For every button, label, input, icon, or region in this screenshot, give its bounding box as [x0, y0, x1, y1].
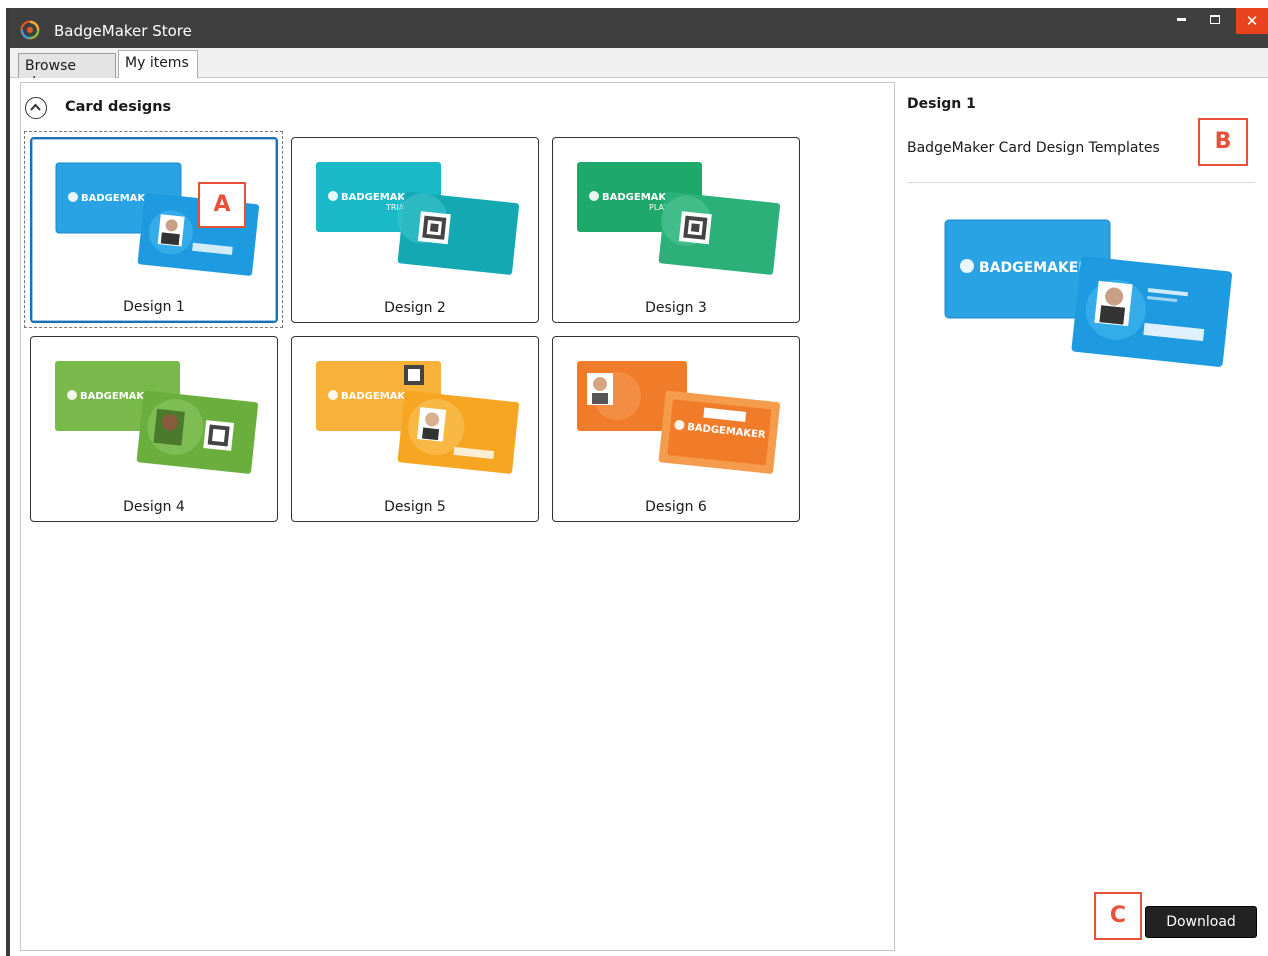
- callout-c: C: [1094, 892, 1142, 940]
- design-tile-3[interactable]: BADGEMAKER PLAY Design 3: [552, 137, 800, 323]
- callout-a: A: [198, 182, 246, 228]
- design-tile-5[interactable]: BADGEMAKER Design 5: [291, 336, 539, 522]
- card-brand-text: BADGEMAKER: [979, 260, 1089, 276]
- tab-browse-store[interactable]: Browse store: [18, 53, 116, 90]
- design-tile-2[interactable]: BADGEMAKER TRIAL Design 2: [291, 137, 539, 323]
- minimize-button[interactable]: [1166, 8, 1196, 34]
- tab-strip: Browse store My items: [10, 48, 1268, 90]
- maximize-button[interactable]: [1200, 8, 1230, 34]
- details-pane: Design 1 BadgeMaker Card Design Template…: [895, 82, 1268, 951]
- detail-title: Design 1: [907, 96, 976, 112]
- badgemaker-logo-icon: [20, 20, 40, 40]
- design-6-thumbnail: BADGEMAKER: [577, 361, 781, 474]
- section-title: Card designs: [65, 99, 172, 115]
- design-label: Design 5: [384, 499, 446, 515]
- chevron-up-circle-icon[interactable]: [25, 97, 47, 119]
- designs-pane[interactable]: Card designs BADGEMAKER Design 1 BADGEMA…: [20, 82, 895, 951]
- design-4-thumbnail: BADGEMAKER: [55, 361, 259, 474]
- design-5-thumbnail: BADGEMAKER: [316, 361, 520, 474]
- window-left-border: [0, 0, 10, 956]
- design-tile-1[interactable]: BADGEMAKER Design 1: [30, 137, 278, 323]
- design-label: Design 2: [384, 300, 446, 316]
- design-label: Design 3: [645, 300, 707, 316]
- design-2-thumbnail: BADGEMAKER TRIAL: [316, 162, 520, 275]
- design-label: Design 4: [123, 499, 185, 515]
- detail-description: BadgeMaker Card Design Templates: [907, 140, 1160, 156]
- callout-b: B: [1198, 118, 1248, 166]
- window-title: BadgeMaker Store: [54, 22, 192, 40]
- title-bar[interactable]: BadgeMaker Store ✕: [10, 8, 1268, 48]
- design-preview-image: BADGEMAKER: [944, 219, 1233, 367]
- download-button[interactable]: Download: [1145, 906, 1257, 938]
- detail-divider: [907, 182, 1255, 183]
- design-label: Design 1: [123, 299, 185, 315]
- tab-my-items[interactable]: My items: [118, 50, 198, 79]
- design-3-thumbnail: BADGEMAKER PLAY: [577, 162, 781, 275]
- design-tile-6[interactable]: BADGEMAKER Design 6: [552, 336, 800, 522]
- minimize-icon: [1176, 18, 1186, 21]
- maximize-icon: [1210, 14, 1220, 24]
- close-button[interactable]: ✕: [1236, 8, 1268, 34]
- design-label: Design 6: [645, 499, 707, 515]
- close-icon: ✕: [1245, 12, 1259, 30]
- design-tile-4[interactable]: BADGEMAKER Design 4: [30, 336, 278, 522]
